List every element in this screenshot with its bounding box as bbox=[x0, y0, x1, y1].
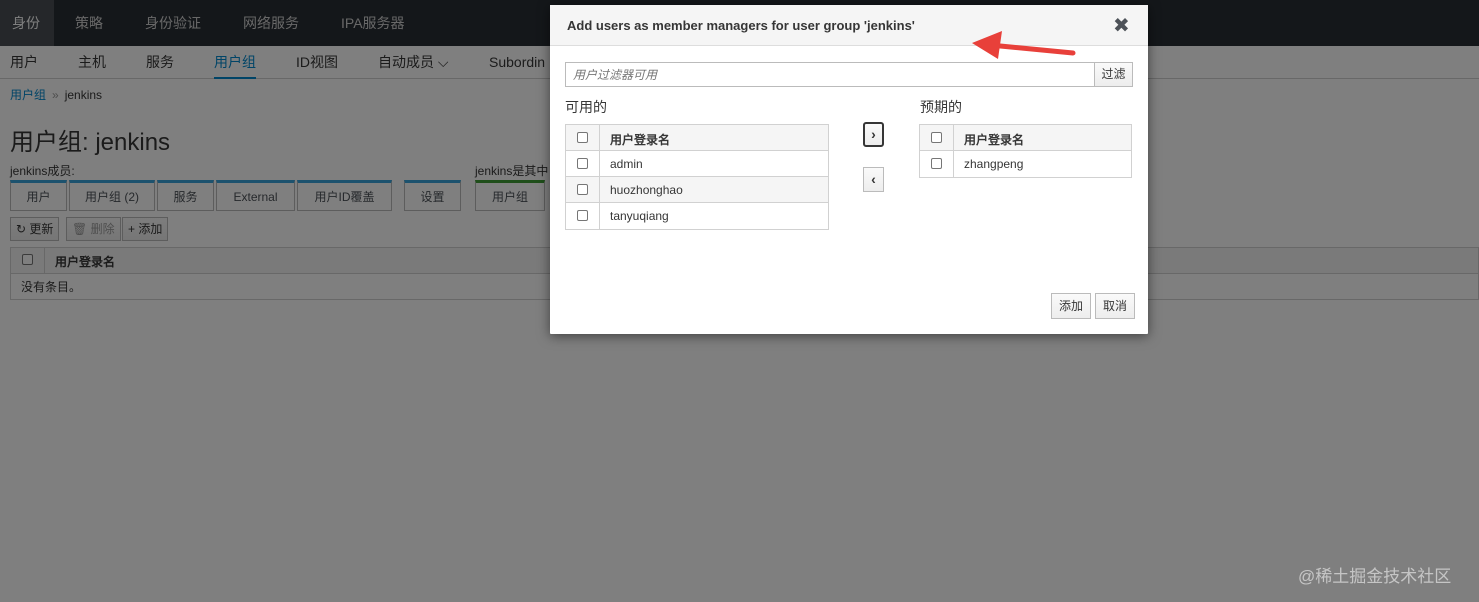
add-member-managers-dialog: Add users as member managers for user gr… bbox=[550, 5, 1148, 334]
prospective-label: 预期的 bbox=[920, 99, 962, 115]
table-header: 用户登录名 bbox=[920, 125, 1131, 151]
table-row[interactable]: zhangpeng bbox=[920, 151, 1131, 177]
user-login: huozhonghao bbox=[610, 183, 683, 197]
table-header: 用户登录名 bbox=[566, 125, 828, 151]
user-login: zhangpeng bbox=[964, 157, 1024, 171]
user-login: admin bbox=[610, 157, 643, 171]
dialog-add-button[interactable]: 添加 bbox=[1051, 293, 1092, 319]
column-user-login[interactable]: 用户登录名 bbox=[610, 131, 670, 148]
row-checkbox[interactable] bbox=[577, 184, 588, 195]
select-all-available-checkbox[interactable] bbox=[577, 132, 588, 143]
filter-button[interactable]: 过滤 bbox=[1094, 62, 1133, 87]
table-row[interactable]: admin bbox=[566, 151, 828, 177]
available-users-table: 用户登录名 admin huozhonghao tanyuqiang bbox=[565, 124, 829, 230]
move-right-button[interactable]: › bbox=[863, 122, 884, 147]
select-all-prospective-checkbox[interactable] bbox=[931, 132, 942, 143]
dialog-cancel-button[interactable]: 取消 bbox=[1095, 293, 1136, 319]
dialog-title: Add users as member managers for user gr… bbox=[567, 18, 915, 33]
watermark: @稀土掘金技术社区 bbox=[1298, 567, 1452, 586]
close-icon[interactable]: ✖ bbox=[1113, 15, 1130, 37]
prospective-users-table: 用户登录名 zhangpeng bbox=[919, 124, 1132, 178]
row-checkbox[interactable] bbox=[577, 210, 588, 221]
available-label: 可用的 bbox=[565, 99, 607, 115]
column-user-login[interactable]: 用户登录名 bbox=[964, 131, 1024, 148]
row-checkbox[interactable] bbox=[577, 158, 588, 169]
annotation-arrow-icon bbox=[972, 31, 1076, 59]
table-row[interactable]: tanyuqiang bbox=[566, 203, 828, 229]
user-filter-input[interactable] bbox=[565, 62, 1095, 87]
row-checkbox[interactable] bbox=[931, 158, 942, 169]
move-left-button[interactable]: ‹ bbox=[863, 167, 884, 192]
table-row[interactable]: huozhonghao bbox=[566, 177, 828, 203]
user-login: tanyuqiang bbox=[610, 209, 669, 223]
